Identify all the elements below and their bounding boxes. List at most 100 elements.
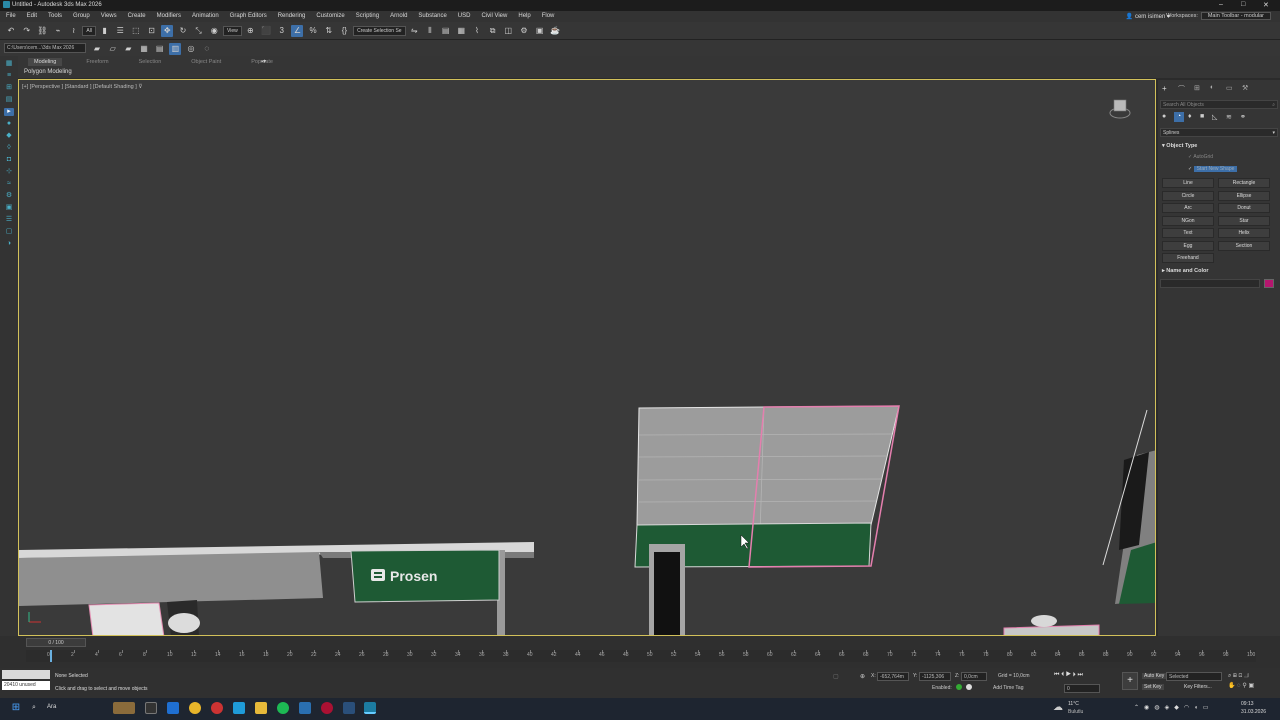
line-button[interactable]: Line [1162, 178, 1214, 188]
zoom-icon[interactable]: ⌕ [1228, 673, 1231, 679]
geometry-category-icon[interactable]: ● [1162, 113, 1166, 120]
taskbar-search[interactable]: Ara [47, 704, 56, 710]
percent-snap-icon[interactable]: % [307, 25, 319, 37]
ribbon-tab-selection[interactable]: Selection [133, 58, 168, 66]
billboard-leg[interactable] [654, 552, 680, 636]
tray-app-icon[interactable]: ◉ [1144, 705, 1149, 711]
user-menu[interactable]: 👤 cem isimen ▾ [1126, 13, 1170, 20]
edge-icon[interactable] [167, 702, 179, 714]
menu-arnold[interactable]: Arnold [390, 13, 407, 19]
previous-frame-icon[interactable]: ⏴ [1061, 672, 1064, 678]
window-crossing-icon[interactable]: ⊡ [146, 25, 158, 37]
ellipse-button[interactable]: Ellipse [1218, 190, 1270, 201]
section-button[interactable]: Section [1218, 240, 1270, 251]
spacewarps-icon[interactable]: ≈ [4, 180, 14, 188]
select-move-icon[interactable]: ✥ [161, 25, 174, 37]
name-color-rollout[interactable]: ▸ Name and Color [1162, 268, 1208, 274]
app-icon-red[interactable] [321, 702, 333, 714]
cameras-category-icon[interactable]: ■ [1200, 113, 1204, 120]
lock-selection-icon[interactable]: ▢ [833, 673, 839, 680]
render-production-icon[interactable]: ☕ [549, 25, 561, 37]
bind-space-warp-icon[interactable]: ≀ [68, 25, 80, 37]
circle-button[interactable]: Circle [1162, 190, 1214, 201]
key-mode-icon[interactable]: ⬛ [260, 25, 272, 37]
angle-snap-icon[interactable]: ∠ [291, 25, 304, 37]
select-by-name-icon[interactable]: ☰ [114, 25, 126, 37]
start-new-shape-checkbox[interactable]: ✓ Start New Shape [1188, 166, 1238, 172]
display-icon[interactable]: ▤ [4, 96, 14, 104]
shapes-icon[interactable]: ◊ [4, 144, 14, 152]
walk-icon[interactable]: ⚲ [1242, 683, 1246, 689]
spinner-snap-icon[interactable]: ⇅ [323, 25, 335, 37]
star-button[interactable]: Star [1218, 215, 1270, 226]
menu-views[interactable]: Views [101, 13, 117, 19]
undo-icon[interactable]: ↶ [5, 25, 17, 37]
widget-icon[interactable] [113, 702, 135, 714]
safe-frame-icon[interactable]: ◎ [185, 43, 197, 55]
spotify-icon[interactable] [277, 702, 289, 714]
tray-app4-icon[interactable]: ◆ [1174, 705, 1179, 711]
menu-edit[interactable]: Edit [27, 13, 37, 19]
menu-modifiers[interactable]: Modifiers [157, 13, 181, 19]
ribbon-toggle-icon[interactable]: ▦ [455, 25, 467, 37]
bottom-right-object[interactable] [1003, 624, 1100, 636]
ribbon-tab-modeling[interactable]: Modeling [28, 58, 63, 66]
select-scale-icon[interactable]: ⤡ [193, 25, 205, 37]
app-icon-blue[interactable] [299, 702, 311, 714]
add-time-tag[interactable]: Add Time Tag [993, 685, 1023, 691]
hierarchy-icon[interactable]: ⊞ [4, 84, 14, 92]
menu-rendering[interactable]: Rendering [278, 13, 306, 19]
workspace-value[interactable]: Main Toolbar - modular [1200, 12, 1271, 20]
autogrid-checkbox[interactable]: ✓ AutoGrid [1188, 154, 1213, 160]
redo-icon[interactable]: ↷ [21, 25, 33, 37]
light-icon[interactable]: ● [4, 120, 14, 128]
lights-category-icon[interactable]: ♦ [1188, 113, 1192, 120]
3dsmax-taskbar-icon[interactable] [364, 702, 376, 714]
menu-help[interactable]: Help [518, 13, 530, 19]
y-coordinate-field[interactable]: -1125,306 [919, 672, 951, 681]
motion-tab-icon[interactable]: ◐ [1210, 84, 1214, 91]
zoom-extents-icon[interactable]: ⊡ [1239, 673, 1243, 679]
bottom-right-dome[interactable] [1031, 615, 1057, 627]
steam-icon[interactable] [343, 702, 355, 714]
named-selection-sets[interactable]: Create Selection Se [353, 26, 406, 36]
set-key-button[interactable]: Set Key [1142, 684, 1164, 690]
open-folder-icon[interactable]: ▱ [107, 43, 119, 55]
archive-icon[interactable]: ▦ [138, 43, 150, 55]
geometry-icon[interactable]: ◆ [4, 132, 14, 140]
rectangle-button[interactable]: Rectangle [1218, 178, 1270, 188]
chrome-icon[interactable] [189, 702, 201, 714]
helpers-icon[interactable]: ⊹ [4, 168, 14, 176]
arc-button[interactable]: Arc [1162, 203, 1214, 213]
opera-icon[interactable] [211, 702, 223, 714]
modify-tab-icon[interactable]: ⌒ [1178, 84, 1185, 94]
battery-icon[interactable]: ▭ [1203, 705, 1209, 711]
task-view-icon[interactable] [145, 702, 157, 714]
snap-3d-icon[interactable]: 3 [276, 25, 288, 37]
search-objects-field[interactable]: Search All Objects ⌕ [1160, 100, 1278, 109]
menu-scripting[interactable]: Scripting [356, 13, 379, 19]
egg-button[interactable]: Egg [1162, 240, 1214, 251]
schematic-view-icon[interactable]: ⧉ [487, 25, 499, 37]
weather-icon[interactable]: ☁ [1053, 702, 1063, 713]
menu-file[interactable]: File [6, 13, 16, 19]
wifi-icon[interactable]: ◠ [1184, 705, 1189, 711]
hierarchy-tab-icon[interactable]: ⊞ [1194, 84, 1200, 92]
z-coordinate-field[interactable]: 0,0cm [961, 672, 987, 681]
maximize-viewport-icon[interactable]: ▣ [1248, 683, 1254, 689]
display-tab-icon[interactable]: ▭ [1226, 84, 1233, 92]
edit-named-selections-icon[interactable]: {} [338, 25, 350, 37]
curve-editor-icon[interactable]: ⌇ [471, 25, 483, 37]
pan-icon[interactable]: ✋ [1228, 683, 1235, 689]
unlink-icon[interactable]: ⌁ [52, 25, 64, 37]
maximize-icon[interactable]: □ [1241, 1, 1245, 8]
ribbon-options-icon[interactable]: ▪▾ [261, 58, 266, 65]
perspective-viewport[interactable]: [+] [Perspective ] [Standard ] [Default … [18, 79, 1156, 636]
time-slider[interactable]: 0 / 100 [26, 638, 86, 647]
link-icon[interactable]: ⛓ [36, 25, 48, 37]
absolute-mode-icon[interactable]: ⊕ [860, 673, 865, 680]
scene-explorer-icon[interactable]: ☰ [4, 216, 14, 224]
menu-graph-editors[interactable]: Graph Editors [230, 13, 267, 19]
select-rotate-icon[interactable]: ↻ [177, 25, 189, 37]
file-explorer-icon[interactable] [255, 702, 267, 714]
